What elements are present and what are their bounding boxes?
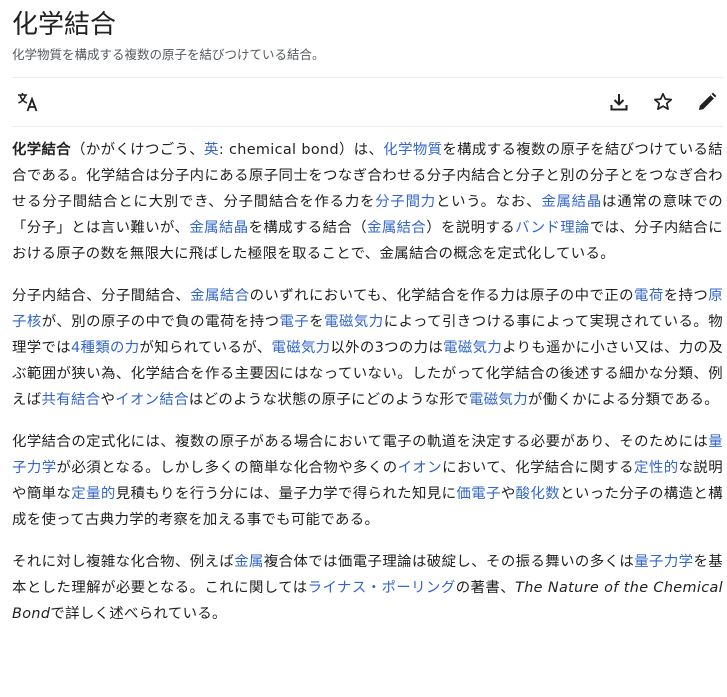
text: 化学結合の定式化には、複数の原子がある場合において電子の軌道を決定する必要があり… — [12, 434, 709, 450]
text: （かがくけつごう、 — [71, 142, 205, 158]
translate-icon[interactable] — [14, 88, 42, 116]
download-icon[interactable] — [605, 88, 633, 116]
text: を — [309, 314, 325, 330]
link-ionic-bond[interactable]: イオン結合 — [115, 392, 189, 408]
link-metal[interactable]: 金属 — [234, 554, 264, 570]
link-intermolecular-force[interactable]: 分子間力 — [375, 194, 436, 210]
link-band-theory[interactable]: バンド理論 — [515, 220, 590, 236]
link-quantum-mechanics-2[interactable]: 量子力学 — [634, 554, 693, 570]
paragraph-4: それに対し複雑な化合物、例えば金属複合体では価電子理論は破綻し、その振る舞いの多… — [12, 549, 723, 627]
link-metallic-bond[interactable]: 金属結合 — [367, 220, 426, 236]
paragraph-1: 化学結合（かがくけつごう、英: chemical bond）は、化学物質を構成す… — [12, 137, 723, 267]
link-charge[interactable]: 電荷 — [634, 288, 664, 304]
download-icon-glyph — [610, 94, 628, 111]
text: の著書、 — [455, 580, 516, 596]
text: それに対し複雑な化合物、例えば — [12, 554, 235, 570]
page-title: 化学結合 — [12, 10, 117, 40]
paragraph-2: 分子内結合、分子間結合、金属結合のいずれにおいても、化学結合を作る力は原子の中で… — [12, 283, 723, 413]
link-electromagnetic-force[interactable]: 電磁気力 — [324, 314, 384, 330]
article-body: 化学結合（かがくけつごう、英: chemical bond）は、化学物質を構成す… — [12, 127, 723, 627]
text: において、化学結合に関する — [442, 460, 634, 476]
link-electromagnetic-force-3[interactable]: 電磁気力 — [443, 340, 502, 356]
page-subtitle: 化学物質を構成する複数の原子を結びつけている結合。 — [12, 47, 325, 62]
link-valence-electron[interactable]: 価電子 — [456, 486, 500, 502]
text: で詳しく述べられている。 — [50, 606, 227, 622]
text: が知られているが、 — [139, 340, 272, 356]
pencil-icon[interactable] — [693, 88, 721, 116]
text: を構成する結合（ — [248, 220, 368, 236]
star-icon-glyph — [653, 92, 673, 110]
link-qualitative[interactable]: 定性的 — [634, 460, 679, 476]
link-metal-crystal[interactable]: 金属結晶 — [541, 194, 602, 210]
text: が働くかによる分類である。 — [527, 392, 720, 408]
text: のいずれにおいても、化学結合を作る力は原子の中で正の — [249, 288, 634, 304]
text: 見積もりを行う分には、量子力学で得られた知見に — [115, 486, 457, 502]
text: 複合体では価電子理論は破綻し、その振る舞いの多くは — [263, 554, 635, 570]
text: が、別の原子の中で負の電荷を持つ — [41, 314, 280, 330]
text: ）を説明する — [426, 220, 516, 236]
link-metallic-bond[interactable]: 金属結合 — [190, 288, 249, 304]
page-toolbar — [12, 77, 723, 127]
link-ion[interactable]: イオン — [398, 460, 443, 476]
link-metal-crystal-2[interactable]: 金属結晶 — [189, 220, 248, 236]
text: 以外の3つの力は — [330, 340, 444, 356]
link-four-forces[interactable]: 4種類の力 — [71, 340, 139, 356]
text: を持つ — [663, 288, 709, 304]
text: という。なお、 — [435, 194, 542, 210]
toolbar-actions — [605, 88, 721, 116]
link-chemical-substance[interactable]: 化学物質 — [383, 142, 442, 158]
link-linus-pauling[interactable]: ライナス・ポーリング — [308, 580, 456, 596]
link-english[interactable]: 英 — [204, 142, 219, 158]
text: 分子内結合、分子間結合、 — [12, 288, 191, 304]
translate-icon-glyph — [18, 93, 38, 112]
pencil-icon-glyph — [699, 92, 717, 110]
text: : chemical bond）は、 — [218, 142, 384, 158]
link-quantitative[interactable]: 定量的 — [71, 486, 115, 502]
text: はどのような状態の原子にどのような形で — [188, 392, 469, 408]
link-electromagnetic-force-4[interactable]: 電磁気力 — [469, 392, 528, 408]
paragraph-3: 化学結合の定式化には、複数の原子がある場合において電子の軌道を決定する必要があり… — [12, 429, 723, 533]
link-oxidation-number[interactable]: 酸化数 — [516, 486, 560, 502]
link-electromagnetic-force-2[interactable]: 電磁気力 — [271, 340, 330, 356]
link-covalent-bond[interactable]: 共有結合 — [41, 392, 100, 408]
text: が必須となる。しかし多くの簡単な化合物や多くの — [56, 460, 398, 476]
link-electron[interactable]: 電子 — [280, 314, 310, 330]
text: や — [500, 486, 516, 502]
article-page: 化学結合 化学物質を構成する複数の原子を結びつけている結合。 化学結合（かがくけ… — [0, 8, 723, 627]
text: や — [100, 392, 116, 408]
term-bold: 化学結合 — [12, 142, 72, 158]
star-icon[interactable] — [649, 88, 677, 116]
